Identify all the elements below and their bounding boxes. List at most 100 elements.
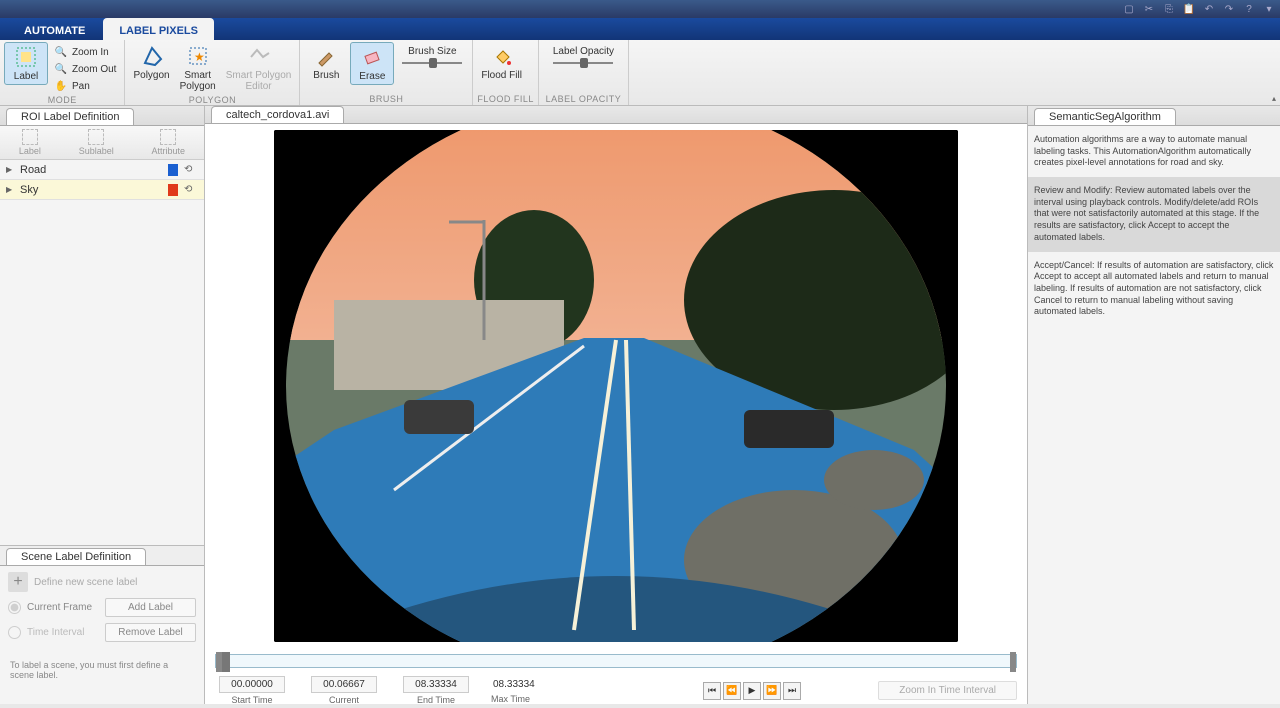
opacity-label: Label Opacity [553,46,614,57]
playback-controls: ⏮ ⏪ ▶ ⏩ ⏭ [703,682,801,700]
brush-button[interactable]: Brush [304,42,348,83]
smart-polygon-button[interactable]: ★Smart Polygon [176,42,220,94]
polygon-button[interactable]: Polygon [129,42,173,83]
label-row-road[interactable]: ▶ Road ⟲ [0,160,204,180]
editor-icon [247,44,271,68]
zoom-time-interval-button[interactable]: Zoom In Time Interval [878,681,1017,700]
doc-icon[interactable]: ▢ [1122,2,1136,16]
define-scene-label-button[interactable]: + Define new scene label [0,566,204,598]
algorithm-description: Automation algorithms are a way to autom… [1028,126,1280,177]
link-icon[interactable]: ⟲ [184,184,198,196]
brush-size-label: Brush Size [408,46,456,57]
window-titlebar: ▢ ✂ ⎘ 📋 ↶ ↷ ? ▾ [0,0,1280,18]
timeline: 00.00000Start Time 00.06667Current 08.33… [205,648,1027,708]
zoom-in-icon: 🔍 [54,45,68,59]
flood-fill-icon [490,44,514,68]
tab-label-pixels[interactable]: LABEL PIXELS [103,18,214,40]
timeline-scrubber[interactable] [215,654,1017,668]
menu-icon[interactable]: ▾ [1262,2,1276,16]
play-button[interactable]: ▶ [743,682,761,700]
review-instructions: Review and Modify: Review automated labe… [1028,177,1280,251]
redo-icon[interactable]: ↷ [1222,2,1236,16]
algorithm-title[interactable]: SemanticSegAlgorithm [1034,108,1176,125]
expand-icon[interactable]: ▶ [6,185,14,194]
label-mode-button[interactable]: Label [4,42,48,85]
labeled-image [274,130,958,642]
scene-panel-title[interactable]: Scene Label Definition [6,548,146,565]
smart-polygon-editor-button[interactable]: Smart Polygon Editor [222,42,296,94]
new-sublabel-button[interactable]: Sublabel [79,129,114,156]
group-label-polygon: POLYGON [129,94,295,106]
brush-size-slider[interactable] [402,59,462,67]
label-icon [14,45,38,69]
goto-end-button[interactable]: ⏭ [783,682,801,700]
range-end-handle[interactable] [1010,652,1016,672]
cut-icon[interactable]: ✂ [1142,2,1156,16]
group-label-opacity: LABEL OPACITY [543,93,624,105]
flood-fill-button[interactable]: Flood Fill [477,42,526,83]
file-tab-bar: caltech_cordova1.avi [205,106,1027,124]
file-tab[interactable]: caltech_cordova1.avi [211,106,344,123]
undo-icon[interactable]: ↶ [1202,2,1216,16]
label-row-sky[interactable]: ▶ Sky ⟲ [0,180,204,200]
link-icon[interactable]: ⟲ [184,164,198,176]
end-time-field[interactable]: 08.33334 [403,676,469,693]
algorithm-panel-tab: SemanticSegAlgorithm [1028,106,1280,126]
plus-icon: + [8,572,28,592]
group-label-mode: MODE [4,94,120,106]
group-flood: Flood Fill FLOOD FILL [473,40,539,105]
opacity-slider[interactable] [553,59,613,67]
step-forward-button[interactable]: ⏩ [763,682,781,700]
group-polygon: Polygon ★Smart Polygon Smart Polygon Edi… [125,40,300,105]
roi-panel-tab: ROI Label Definition [0,106,204,126]
step-back-button[interactable]: ⏪ [723,682,741,700]
goto-start-button[interactable]: ⏮ [703,682,721,700]
current-frame-radio[interactable]: Current Frame [8,601,99,614]
copy-icon[interactable]: ⎘ [1162,2,1176,16]
label-def-icon [22,129,38,145]
erase-icon [360,45,384,69]
smart-polygon-icon: ★ [186,44,210,68]
left-panel: ROI Label Definition Label Sublabel Attr… [0,106,205,704]
scene-panel: Scene Label Definition + Define new scen… [0,545,204,704]
pan-button[interactable]: ✋Pan [50,78,120,94]
expand-icon[interactable]: ▶ [6,165,14,174]
video-frame[interactable] [274,130,958,642]
group-brush: Brush Erase Brush Size BRUSH [300,40,473,105]
roi-panel-title[interactable]: ROI Label Definition [6,108,134,125]
zoom-in-button[interactable]: 🔍Zoom In [50,44,120,60]
group-mode: Label 🔍Zoom In 🔍Zoom Out ✋Pan MODE [0,40,125,105]
color-swatch-sky [168,184,178,196]
center-panel: caltech_cordova1.avi [205,106,1028,704]
zoom-out-button[interactable]: 🔍Zoom Out [50,61,120,77]
group-label-flood: FLOOD FILL [477,93,534,105]
canvas-area[interactable] [205,124,1027,648]
toolstrip: Label 🔍Zoom In 🔍Zoom Out ✋Pan MODE Polyg… [0,40,1280,106]
remove-label-button[interactable]: Remove Label [105,623,196,642]
right-panel: SemanticSegAlgorithm Automation algorith… [1028,106,1280,704]
accept-instructions: Accept/Cancel: If results of automation … [1028,252,1280,326]
group-label-brush: BRUSH [304,93,468,105]
start-time-field[interactable]: 00.00000 [219,676,285,693]
new-attribute-button[interactable]: Attribute [152,129,186,156]
playhead[interactable] [222,652,230,672]
zoom-out-icon: 🔍 [54,62,68,76]
paste-icon[interactable]: 📋 [1182,2,1196,16]
ribbon-tabs: AUTOMATE LABEL PIXELS [0,18,1280,40]
time-interval-radio[interactable]: Time Interval [8,626,99,639]
brush-icon [314,44,338,68]
color-swatch-road [168,164,178,176]
tab-automate[interactable]: AUTOMATE [8,18,101,40]
svg-text:★: ★ [194,50,205,64]
new-label-button[interactable]: Label [19,129,41,156]
sublabel-icon [88,129,104,145]
scene-note: To label a scene, you must first define … [0,642,204,698]
collapse-ribbon-icon[interactable]: ▴ [1272,94,1276,103]
help-icon[interactable]: ? [1242,2,1256,16]
erase-button[interactable]: Erase [350,42,394,85]
add-label-button[interactable]: Add Label [105,598,196,617]
current-time-field[interactable]: 00.06667 [311,676,377,693]
group-opacity: Label Opacity LABEL OPACITY [539,40,629,105]
pan-icon: ✋ [54,79,68,93]
max-time-value: 08.33334 [491,677,537,692]
